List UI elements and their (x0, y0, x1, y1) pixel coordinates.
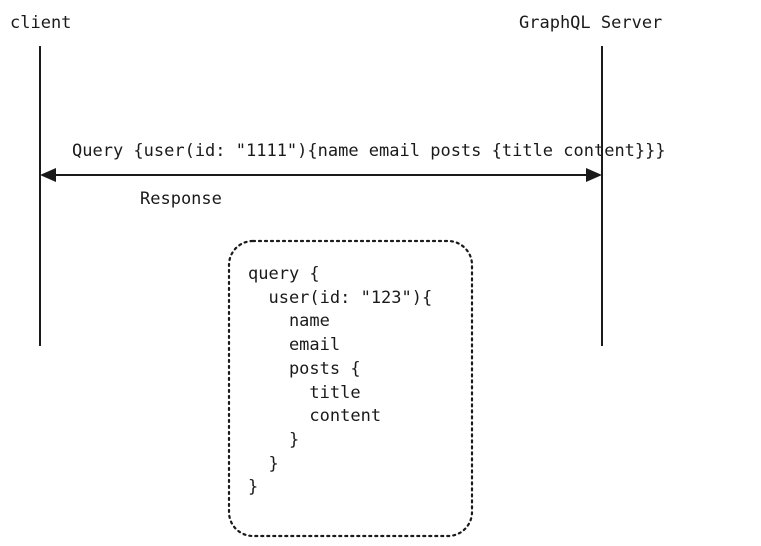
arrowhead-right-icon (586, 168, 602, 182)
graphql-query-code: query { user(id: "123"){ name email post… (248, 264, 433, 498)
client-participant-label: client (10, 13, 72, 33)
server-participant-label: GraphQL Server (519, 13, 663, 33)
arrowhead-left-icon (40, 168, 56, 182)
response-message-label: Response (140, 189, 222, 209)
query-message-label: Query {user(id: "1111"){name email posts… (72, 141, 666, 161)
